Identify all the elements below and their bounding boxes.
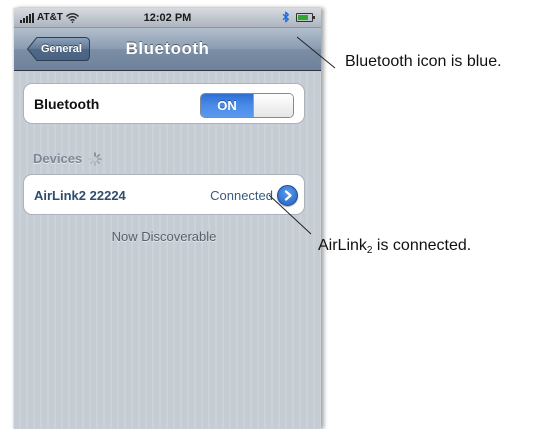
- device-row[interactable]: AirLink2 22224 Connected: [23, 174, 305, 215]
- back-button-label: General: [41, 43, 82, 55]
- toggle-on-label: ON: [201, 94, 253, 117]
- disclosure-arrow-icon[interactable]: [277, 185, 298, 206]
- back-button[interactable]: General: [27, 37, 90, 61]
- settings-content: Bluetooth ON Devices AirLink2 22224 Conn…: [14, 72, 321, 429]
- bluetooth-row-label: Bluetooth: [34, 96, 100, 112]
- airlink-annotation-prefix: AirLink: [318, 237, 367, 254]
- device-status: Connected: [210, 188, 273, 203]
- phone-screen: AT&T 12:02 PM General Bluetooth Bluetoot…: [14, 8, 321, 429]
- battery-level: [298, 14, 309, 20]
- airlink-annotation: AirLink2 is connected.: [318, 237, 471, 256]
- bluetooth-annotation: Bluetooth icon is blue.: [345, 53, 502, 70]
- bluetooth-setting-row: Bluetooth ON: [23, 83, 305, 124]
- activity-spinner-icon: [88, 151, 102, 166]
- status-right: [282, 11, 315, 23]
- bluetooth-toggle[interactable]: ON: [200, 93, 294, 118]
- disclosure-chevron: [284, 190, 292, 201]
- status-bar: AT&T 12:02 PM: [14, 8, 321, 28]
- discoverable-status: Now Discoverable: [111, 229, 217, 244]
- devices-section-header: Devices: [33, 151, 102, 166]
- navigation-bar: General Bluetooth: [14, 28, 321, 71]
- airlink-annotation-suffix: is connected.: [372, 237, 472, 254]
- bluetooth-icon: [282, 11, 289, 23]
- toggle-knob: [253, 94, 293, 117]
- page-title: Bluetooth: [125, 39, 210, 58]
- status-time: 12:02 PM: [143, 12, 192, 24]
- devices-header-label: Devices: [33, 151, 83, 166]
- battery-icon: [296, 12, 315, 22]
- device-name: AirLink2 22224: [34, 188, 126, 203]
